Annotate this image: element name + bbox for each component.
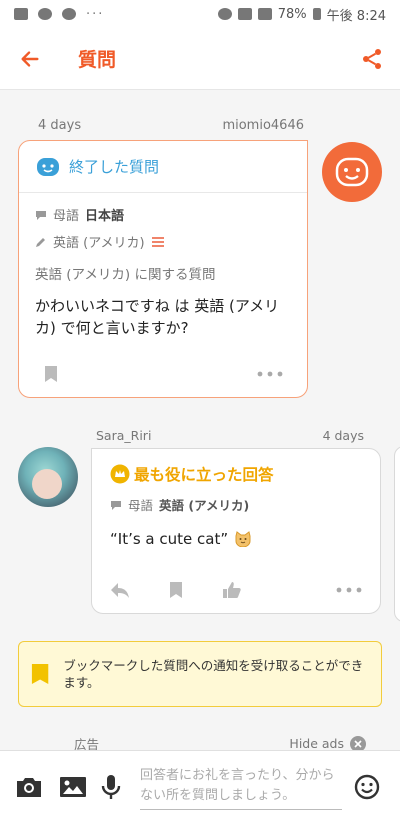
bookmark-icon[interactable] (43, 365, 59, 383)
answer-card[interactable]: 最も役に立った回答 母語 英語 (アメリカ) “It’s a cute cat” (91, 448, 381, 614)
more-notifications-indicator: ··· (86, 6, 105, 22)
avatar-face (32, 469, 62, 499)
page-title: 質問 (78, 49, 117, 71)
speech-bubble-icon (111, 500, 121, 510)
question-text: かわいいネコですね は 英語 (アメリカ) で何と言いますか? (35, 297, 280, 337)
answer-text: “It’s a cute cat” (110, 530, 229, 548)
bookmark-icon[interactable] (168, 581, 184, 599)
hide-ads-label: Hide ads (289, 736, 344, 750)
asker-avatar[interactable] (322, 142, 382, 202)
next-answer-card-peek[interactable] (394, 446, 400, 622)
answer-actions (92, 581, 380, 599)
status-right: 78% 午後 8:24 (217, 5, 386, 24)
share-button[interactable] (344, 28, 400, 90)
native-label: 母語 (53, 209, 80, 224)
conversation-area[interactable]: 4 days miomio4646 終了した質問 母語 日本語 英語 (アメリカ… (0, 90, 400, 750)
target-language: 英語 (アメリカ) (53, 236, 145, 251)
answer-text-row: “It’s a cute cat” (92, 514, 380, 548)
target-language-row: 英語 (アメリカ) (19, 232, 307, 251)
status-bar: ··· 78% 午後 8:24 (0, 0, 400, 28)
question-status-row: 終了した質問 (19, 141, 307, 193)
camera-button[interactable] (12, 767, 46, 807)
status-left: ··· (14, 7, 104, 22)
bookmark-flag-icon (31, 663, 49, 685)
message-input[interactable] (140, 763, 342, 810)
voice-button[interactable] (94, 767, 128, 807)
question-about: 英語 (アメリカ) に関する質問 (35, 267, 216, 283)
signal-icon (257, 8, 272, 20)
image-icon (14, 8, 28, 20)
pencil-icon (36, 237, 45, 247)
finished-question-label: 終了した質問 (69, 158, 160, 176)
finished-question-icon (37, 157, 59, 176)
more-options-icon[interactable] (257, 371, 283, 377)
asker-username[interactable]: miomio4646 (222, 118, 304, 133)
answer-time: 4 days (322, 428, 364, 443)
alarm-icon (217, 8, 232, 20)
cat-emoji-icon (235, 531, 251, 547)
back-button[interactable] (0, 28, 60, 90)
smiley-avatar-icon (335, 157, 369, 187)
proficiency-level-icon (151, 236, 164, 247)
answer-meta: Sara_Riri 4 days (96, 428, 364, 443)
notification-icon (62, 8, 76, 20)
answerer-username[interactable]: Sara_Riri (96, 428, 151, 443)
native-language: 日本語 (85, 209, 125, 224)
best-answer-label: 最も役に立った回答 (134, 466, 274, 484)
question-card[interactable]: 終了した質問 母語 日本語 英語 (アメリカ) 英語 (アメリカ) に関する質問… (18, 140, 308, 398)
image-icon (60, 776, 86, 797)
ad-row: 広告 Hide ads (74, 734, 366, 750)
message-composer (0, 750, 400, 822)
answer-native-language: 英語 (アメリカ) (159, 498, 250, 513)
reply-icon[interactable] (110, 581, 130, 599)
thumbs-up-icon[interactable] (222, 581, 242, 599)
app-bar: 質問 (0, 28, 400, 90)
native-label: 母語 (128, 498, 154, 513)
best-answer-row: 最も役に立った回答 (92, 449, 380, 485)
question-actions (19, 365, 307, 383)
answerer-avatar[interactable] (18, 447, 78, 507)
answer-native-language-row: 母語 英語 (アメリカ) (92, 485, 380, 514)
question-meta: 4 days miomio4646 (38, 118, 304, 133)
battery-percent: 78% (277, 6, 307, 22)
share-icon (363, 48, 381, 69)
back-arrow-icon (21, 50, 39, 67)
emoji-button[interactable] (350, 767, 384, 807)
bookmark-notice: ブックマークした質問への通知を受け取ることができます。 (18, 641, 382, 707)
more-options-icon[interactable] (336, 587, 362, 593)
wifi-icon (237, 8, 252, 20)
gallery-button[interactable] (56, 767, 90, 807)
emoji-icon (354, 774, 380, 799)
ad-label: 広告 (74, 737, 100, 750)
speech-bubble-icon (36, 210, 46, 220)
close-icon (350, 735, 366, 750)
hide-ads-button[interactable]: Hide ads (289, 735, 366, 750)
battery-icon (312, 8, 321, 20)
question-time: 4 days (38, 118, 82, 133)
microphone-icon (101, 774, 121, 799)
clock: 午後 8:24 (326, 8, 386, 24)
crown-icon (110, 464, 130, 484)
native-language-row: 母語 日本語 (19, 205, 307, 224)
camera-icon (17, 777, 41, 797)
mail-icon (38, 8, 52, 20)
bookmark-notice-text: ブックマークした質問への通知を受け取ることができます。 (63, 658, 364, 690)
